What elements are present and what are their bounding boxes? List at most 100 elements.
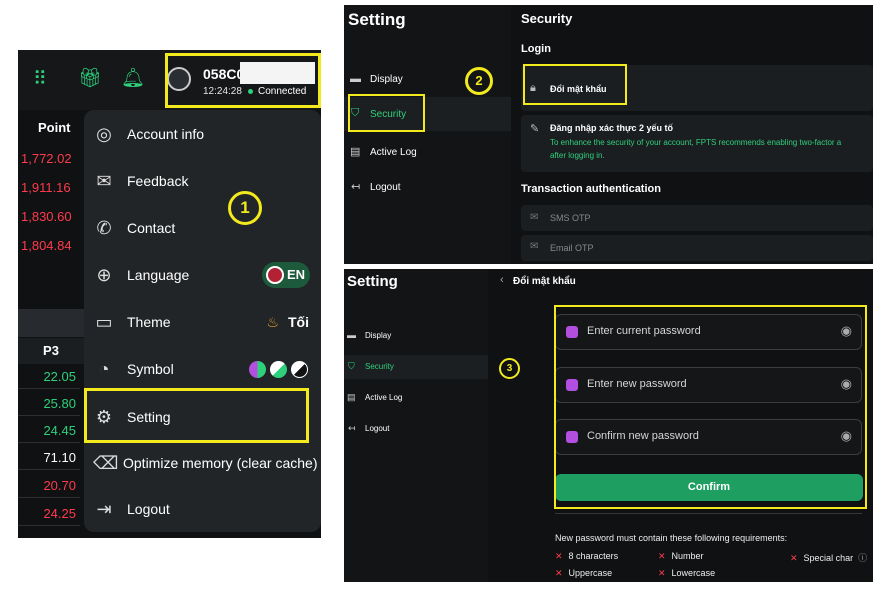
symbol-style-1-icon[interactable] [249, 361, 266, 378]
gift-icon[interactable]: 🎁︎ [78, 69, 102, 88]
menu-item-label: Logout [127, 501, 170, 517]
account-highlight-box [165, 53, 321, 108]
sidebar-item-logout[interactable]: ↤ Logout [344, 172, 511, 202]
logout-icon: ⇥ [96, 499, 112, 519]
language-toggle[interactable]: EN [262, 262, 310, 288]
logout-icon: ↤ [351, 181, 361, 193]
step-badge-3: 3 [499, 358, 520, 379]
x-icon: ✕ [790, 553, 798, 563]
active-log-icon: ▤ [347, 392, 356, 402]
sidebar-item-active-log[interactable]: ▤ Active Log [344, 387, 488, 409]
price-value: 1,804.84 [21, 238, 72, 253]
globe-icon: ⊕ [96, 265, 112, 285]
menu-item-optimize-memory[interactable]: ⌫ Optimize memory (clear cache) [84, 441, 321, 485]
requirement-item: ✕ Uppercase [555, 568, 612, 579]
menu-item-label: Symbol [127, 361, 174, 377]
sidebar-item-security[interactable]: ⛉ Security [344, 355, 488, 379]
x-icon: ✕ [555, 551, 563, 561]
menu-item-label: Contact [127, 220, 176, 236]
login-heading: Login [521, 43, 551, 55]
sidebar-item-label: Active Log [365, 393, 403, 402]
sidebar-item-label: Display [365, 331, 392, 340]
price-value: 1,772.02 [21, 151, 72, 166]
change-password-highlight-box [523, 64, 627, 105]
page-title: Đổi mật khẩu [513, 276, 576, 287]
two-factor-description: To enhance the security of your account,… [550, 138, 842, 147]
requirement-label: Lowercase [671, 568, 716, 578]
sms-icon: ✉ [530, 212, 539, 223]
security-highlight-box [348, 94, 425, 132]
table-header-p3: P3 [18, 338, 84, 364]
menu-item-label: Language [127, 267, 190, 283]
table-cell: 24.45 [18, 419, 80, 443]
requirement-label: Special char [803, 553, 854, 563]
requirements-title: New password must contain these followin… [555, 533, 788, 543]
account-dropdown-menu: ◎ Account info ✉ Feedback ✆ Contact ⊕ La… [84, 110, 321, 532]
apps-grid-icon[interactable]: ⠿ [33, 70, 47, 89]
x-icon: ✕ [658, 568, 666, 578]
menu-item-contact[interactable]: ✆ Contact [84, 206, 321, 250]
step-badge-1: 1 [228, 191, 262, 225]
table-cell: 22.05 [18, 365, 80, 389]
page-title: Security [521, 11, 573, 26]
table-cell: 24.25 [18, 502, 80, 526]
settings-sidebar: Setting ▬ Display ⛉ Security ▤ Active Lo… [344, 5, 511, 264]
back-chevron-icon[interactable]: ‹ [500, 274, 504, 286]
sidebar-title: Setting [348, 10, 406, 29]
lamp-icon: ♨ [266, 314, 279, 330]
two-factor-description-cont: after logging in. [550, 151, 605, 160]
display-icon: ▬ [347, 330, 356, 340]
requirement-item: ✕ Lowercase [658, 568, 715, 579]
strength-divider [555, 513, 862, 525]
language-value: EN [287, 267, 306, 282]
sidebar-title: Setting [347, 273, 398, 290]
settings-sidebar: Setting ▬ Display ⛉ Security ▤ Active Lo… [344, 269, 488, 582]
email-icon: ✉ [530, 241, 539, 252]
table-cell: 20.70 [18, 474, 80, 498]
symbol-icon: ◔ [98, 359, 110, 379]
user-circle-icon: ◎ [96, 124, 112, 144]
menu-item-label: Theme [127, 314, 171, 330]
security-settings-panel: Setting ▬ Display ⛉ Security ▤ Active Lo… [344, 5, 873, 264]
sidebar-item-label: Logout [370, 182, 401, 193]
shield-icon: ⛉ [348, 361, 355, 371]
feedback-mail-icon: ✉ [96, 171, 112, 191]
bell-icon[interactable]: 🔔︎ [121, 69, 145, 88]
menu-item-feedback[interactable]: ✉ Feedback [84, 159, 321, 203]
requirement-item: ✕ Number [658, 551, 704, 562]
info-icon[interactable]: ⓘ [858, 553, 867, 563]
setting-highlight-box [84, 388, 309, 443]
price-value: 1,830.60 [21, 209, 72, 224]
menu-item-account-info[interactable]: ◎ Account info [84, 112, 321, 156]
transaction-auth-heading: Transaction authentication [521, 183, 661, 195]
phone-icon: ✆ [96, 218, 112, 238]
requirement-label: Number [671, 551, 704, 561]
menu-item-label: Feedback [127, 173, 189, 189]
sidebar-item-label: Logout [365, 424, 390, 433]
sidebar-item-logout[interactable]: ↤ Logout [344, 418, 488, 440]
uk-flag-icon [266, 266, 284, 284]
menu-item-symbol[interactable]: ◔ Symbol [84, 347, 321, 391]
menu-item-label: Optimize memory (clear cache) [123, 455, 318, 471]
symbol-style-2-icon[interactable] [270, 361, 287, 378]
sidebar-item-active-log[interactable]: ▤ Active Log [344, 137, 511, 167]
price-value: 1,911.16 [21, 180, 71, 195]
logout-icon: ↤ [348, 423, 356, 433]
table-cell: 71.10 [18, 446, 80, 470]
symbol-style-3-icon[interactable] [291, 361, 308, 378]
sidebar-item-label: Security [365, 362, 394, 371]
menu-item-theme[interactable]: ▭ Theme ♨ Tối [84, 300, 321, 344]
x-icon: ✕ [658, 551, 666, 561]
sidebar-item-display[interactable]: ▬ Display [344, 325, 488, 347]
broom-icon: ⌫ [93, 453, 119, 473]
account-menu-panel: ⠿ 🎁︎ 🔔︎ 058C0 12:24:28 Connected Point 1… [18, 50, 321, 538]
x-icon: ✕ [555, 568, 563, 578]
menu-item-language[interactable]: ⊕ Language EN [84, 253, 321, 297]
sidebar-item-label: Display [370, 74, 403, 85]
menu-item-logout[interactable]: ⇥ Logout [84, 487, 321, 531]
table-cell: 25.80 [18, 392, 80, 416]
active-log-icon: ▤ [350, 146, 361, 158]
theme-value: Tối [288, 314, 309, 330]
sidebar-item-label: Active Log [370, 147, 417, 158]
step-badge-2: 2 [465, 67, 493, 95]
